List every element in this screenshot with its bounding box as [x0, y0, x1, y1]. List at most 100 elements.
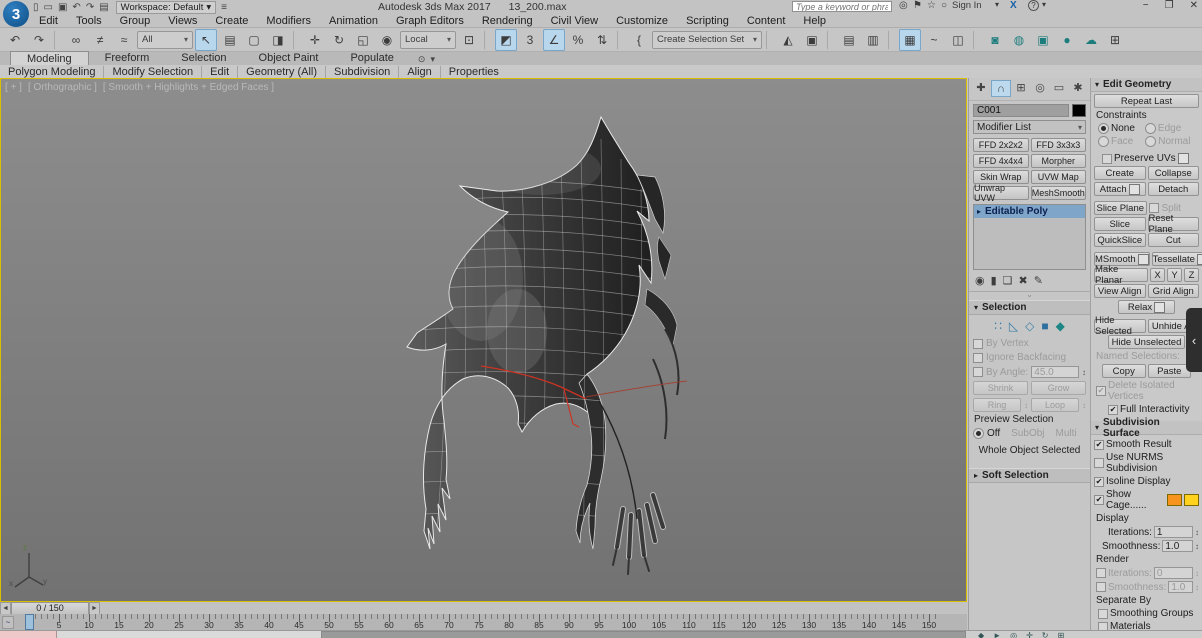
ribbon-subtab[interactable]: Edit [201, 66, 237, 78]
spinner-icon[interactable]: ↕ [1195, 583, 1199, 592]
ring-button[interactable]: Ring [973, 398, 1021, 412]
undo-icon[interactable]: ↶ [71, 2, 81, 13]
menu-item[interactable]: Scripting [677, 15, 738, 27]
ribbon-tab[interactable]: Object Paint [243, 51, 335, 64]
modifier-button[interactable]: Unwrap UVW [973, 186, 1029, 200]
preserve-uvs-checkbox[interactable] [1102, 154, 1112, 164]
unlink-selection[interactable]: ≠ [89, 29, 111, 51]
pin-stack-icon[interactable]: ◉ [975, 274, 985, 287]
menu-item[interactable]: Rendering [473, 15, 542, 27]
select-and-rotate[interactable]: ↻ [328, 29, 350, 51]
constraint-normal-radio[interactable] [1145, 136, 1156, 147]
menu-item[interactable]: Modifiers [257, 15, 320, 27]
workspace-menu-icon[interactable]: ≡ [220, 2, 228, 13]
render-production[interactable]: ● [1056, 29, 1078, 51]
menu-item[interactable]: Views [159, 15, 206, 27]
slice-plane-button[interactable]: Slice Plane [1094, 201, 1147, 215]
select-by-name[interactable]: ▤ [219, 29, 241, 51]
loop-button[interactable]: Loop [1031, 398, 1079, 412]
named-selection-sets[interactable]: Create Selection Set [652, 31, 762, 49]
maximize-viewport-icon[interactable]: ⊞ [1057, 631, 1064, 638]
project-folder-icon[interactable]: ▤ [98, 2, 109, 13]
utilities[interactable]: ✱ [1069, 80, 1087, 95]
editable-poly-model[interactable] [1, 79, 966, 601]
ribbon-subtab[interactable]: Geometry (All) [237, 66, 325, 78]
help-caret-icon[interactable]: ▾ [1042, 0, 1046, 9]
attach-button[interactable]: Attach [1094, 182, 1146, 196]
select-and-uniform-scale[interactable]: ◱ [352, 29, 374, 51]
toggle-ribbon[interactable]: ▦ [899, 29, 921, 51]
viewport[interactable]: [ + ] [ Orthographic ] [ Smooth + Highli… [0, 78, 967, 602]
make-planar-button[interactable]: Make Planar [1094, 268, 1148, 282]
material-editor[interactable]: ◙ [984, 29, 1006, 51]
rendered-frame-window[interactable]: ▣ [1032, 29, 1054, 51]
display[interactable]: ▭ [1050, 80, 1068, 95]
grow-button[interactable]: Grow [1031, 381, 1086, 395]
select-and-move[interactable]: ✛ [304, 29, 326, 51]
constraint-none-radio[interactable] [1098, 123, 1109, 134]
object-name-field[interactable]: C001 [973, 104, 1069, 117]
preview-off-radio[interactable] [973, 428, 984, 439]
separator[interactable] [827, 30, 834, 50]
use-nurms-checkbox[interactable] [1094, 458, 1104, 468]
render-setup[interactable]: ◍ [1008, 29, 1030, 51]
menu-item[interactable]: Edit [30, 15, 67, 27]
separator[interactable] [888, 30, 895, 50]
repeat-last-button[interactable]: Repeat Last [1094, 94, 1199, 108]
redo-icon[interactable]: ↷ [85, 2, 95, 13]
max-logo-icon[interactable]: 3 [3, 1, 29, 27]
collapse-button[interactable]: Collapse [1148, 166, 1200, 180]
relax-button[interactable]: Relax [1118, 300, 1175, 314]
preserve-uvs-settings-button[interactable] [1178, 153, 1189, 164]
ribbon-minimize-caret-icon[interactable]: ▾ [430, 54, 435, 65]
render-smoothness-field[interactable]: 1.0 [1168, 581, 1193, 593]
open-asset-library[interactable]: ⊞ [1104, 29, 1126, 51]
maxscript-mini-listener[interactable] [0, 631, 57, 638]
sign-in-caret-icon[interactable]: ▾ [995, 0, 999, 9]
split-checkbox[interactable] [1149, 203, 1159, 213]
search-icon[interactable]: ◎ [899, 0, 908, 11]
undo[interactable]: ↶ [4, 29, 26, 51]
render-smoothness-checkbox[interactable] [1096, 582, 1106, 592]
modifier-button[interactable]: Morpher [1031, 154, 1087, 168]
object-color-swatch[interactable] [1072, 104, 1086, 117]
ignore-backfacing-checkbox[interactable] [973, 353, 983, 363]
modifier-button[interactable]: FFD 3x3x3 [1031, 138, 1087, 152]
cage-color-swatch[interactable] [1167, 494, 1182, 506]
paste-button[interactable]: Paste [1148, 364, 1192, 378]
show-end-result-icon[interactable]: ▮ [991, 274, 997, 287]
spinner-icon[interactable]: ↕ [1082, 368, 1086, 377]
spinner-icon[interactable]: ↕ [1195, 542, 1199, 551]
ribbon-subtab[interactable]: Align [398, 66, 439, 78]
render-iterations-checkbox[interactable] [1096, 568, 1106, 578]
separator[interactable] [54, 30, 61, 50]
subdivision-surface-header[interactable]: ▾ Subdivision Surface [1091, 421, 1202, 435]
select-and-link[interactable]: ∞ [65, 29, 87, 51]
spinner-snap-toggle[interactable]: ⇅ [591, 29, 613, 51]
schematic-view[interactable]: ◫ [947, 29, 969, 51]
ribbon-tab[interactable]: Populate [334, 51, 409, 64]
play-icon[interactable]: ► [993, 631, 1001, 638]
constraint-face-radio[interactable] [1098, 136, 1109, 147]
separator[interactable] [617, 30, 624, 50]
hide-selected-button[interactable]: Hide Selected [1094, 319, 1146, 333]
by-angle-field[interactable]: 45.0 [1031, 366, 1079, 378]
separator[interactable] [293, 30, 300, 50]
preview-subobj-label[interactable]: SubObj [1011, 428, 1044, 439]
separator[interactable] [766, 30, 773, 50]
display-smoothness-field[interactable]: 1.0 [1162, 540, 1193, 552]
reset-plane-button[interactable]: Reset Plane [1148, 217, 1200, 231]
ribbon-config-icon[interactable]: ⊙ [418, 54, 426, 65]
select-and-place[interactable]: ◉ [376, 29, 398, 51]
smoothing-groups-checkbox[interactable] [1098, 609, 1108, 619]
previous-frame-button[interactable]: ◄ [0, 602, 11, 615]
modifier-stack[interactable]: ▸ Editable Poly [973, 204, 1086, 270]
soft-selection-rollout-header[interactable]: ▸ Soft Selection [969, 468, 1090, 483]
modify[interactable]: ∩ [991, 80, 1011, 97]
planar-x-button[interactable]: X [1150, 268, 1165, 282]
menu-item[interactable]: Graph Editors [387, 15, 473, 27]
vertex-icon[interactable]: ∷ [994, 319, 1002, 333]
viewport-shading-label[interactable]: [ Smooth + Highlights + Edged Faces ] [103, 82, 274, 93]
curve-editor[interactable]: ~ [923, 29, 945, 51]
viewport-menu-plus[interactable]: [ + ] [5, 82, 22, 93]
